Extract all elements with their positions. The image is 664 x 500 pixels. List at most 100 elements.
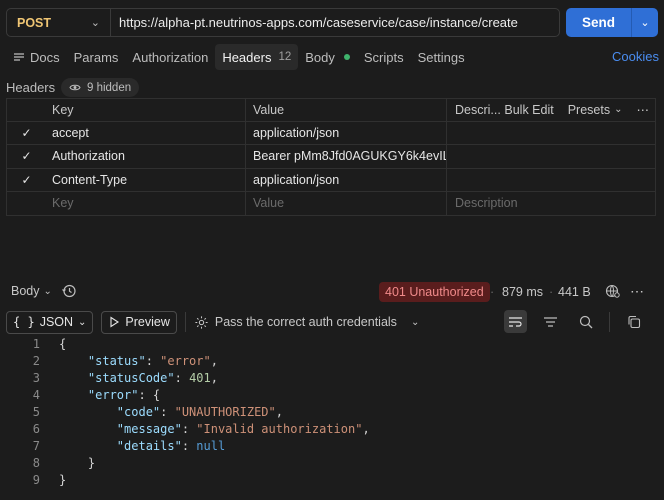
docs-icon (14, 53, 24, 61)
header-description-cell[interactable] (447, 145, 656, 168)
tab-body[interactable]: Body (298, 44, 357, 70)
eye-icon (69, 84, 81, 91)
send-button[interactable]: Send (566, 15, 631, 30)
chevron-down-icon: ⌄ (43, 285, 52, 297)
line-number: 9 (32, 473, 40, 487)
chevron-down-icon: ⌄ (90, 17, 100, 29)
table-row: ✓ accept application/json (6, 121, 656, 145)
presets-dropdown[interactable]: Presets ⌄ (568, 103, 623, 117)
copy-icon[interactable] (622, 310, 645, 333)
json-null: null (196, 439, 226, 453)
url-bar: POST ⌄ https://alpha-pt.neutrinos-apps.c… (6, 8, 560, 37)
code-line: 4 "error": { (0, 387, 664, 404)
request-tabs: Docs Params Authorization Headers 12 Bod… (6, 44, 472, 70)
header-key-cell[interactable]: Content-Type (46, 168, 246, 191)
response-right-tools (504, 310, 664, 333)
format-label: JSON (39, 315, 74, 329)
response-json-viewer[interactable]: 1 { 2 "status": "error", 3 "statusCode":… (0, 336, 664, 489)
play-icon (110, 316, 120, 328)
table-row: ✓ Content-Type application/json (6, 168, 656, 192)
braces-icon: { } (13, 315, 35, 329)
cookies-link[interactable]: Cookies (612, 49, 659, 64)
status-badge[interactable]: 401 Unauthorized (379, 282, 490, 302)
json-key: "statusCode" (87, 371, 175, 385)
json-key: "code" (116, 405, 161, 419)
filter-icon[interactable] (539, 310, 562, 333)
line-number: 2 (32, 354, 40, 368)
json-key: "status" (87, 354, 146, 368)
code-line: 3 "statusCode": 401, (0, 370, 664, 387)
tab-docs[interactable]: Docs (6, 44, 67, 70)
tab-label: Headers (222, 49, 272, 65)
tab-scripts[interactable]: Scripts (357, 44, 411, 70)
hidden-count-label: 9 hidden (87, 81, 132, 94)
column-header-key: Key (46, 99, 246, 121)
link-icon[interactable] (657, 310, 664, 333)
code-line: 7 "details": null (0, 438, 664, 455)
header-key-cell[interactable]: Authorization (46, 145, 246, 168)
line-number: 5 (32, 405, 40, 419)
table-header-row: Key Value Descri... Bulk Edit Presets ⌄ … (6, 98, 656, 122)
row-checkbox[interactable]: ✓ (6, 145, 46, 168)
json-string: "error" (160, 354, 211, 368)
code-line: 6 "message": "Invalid authorization", (0, 421, 664, 438)
line-number: 8 (32, 456, 40, 470)
url-input[interactable]: https://alpha-pt.neutrinos-apps.com/case… (111, 15, 518, 30)
description-header-label: Descri... (455, 102, 501, 117)
new-description-input[interactable]: Description (447, 192, 656, 215)
code-line: 8 } (0, 455, 664, 472)
preview-button[interactable]: Preview (101, 310, 177, 334)
line-number: 7 (32, 439, 40, 453)
response-size[interactable]: 441 B (558, 285, 591, 299)
more-options-icon[interactable]: ⋯ (637, 102, 650, 117)
auth-hint-text: Pass the correct auth credentials (214, 315, 397, 329)
tab-count-badge: 12 (278, 51, 292, 63)
header-key-cell[interactable]: accept (46, 121, 246, 144)
row-checkbox[interactable]: ✓ (6, 121, 46, 144)
tab-headers[interactable]: Headers 12 (215, 44, 299, 70)
format-dropdown[interactable]: { } JSON ⌄ (6, 310, 94, 334)
body-indicator-dot (343, 54, 350, 60)
send-options-chevron-icon[interactable]: ⌄ (631, 8, 658, 37)
chevron-down-icon: ⌄ (410, 316, 420, 328)
header-description-cell[interactable] (447, 168, 656, 191)
tab-settings[interactable]: Settings (411, 44, 472, 70)
chevron-down-icon: ⌄ (614, 104, 623, 116)
gear-icon (195, 315, 208, 329)
line-number: 6 (32, 422, 40, 436)
tab-params[interactable]: Params (67, 44, 126, 70)
new-key-input[interactable]: Key (46, 192, 246, 215)
json-string: "Invalid authorization" (196, 422, 363, 436)
column-header-value: Value (246, 99, 447, 121)
auth-hint[interactable]: Pass the correct auth credentials ⌄ (194, 315, 419, 330)
network-globe-icon[interactable] (605, 283, 621, 302)
new-value-input[interactable]: Value (246, 192, 447, 215)
header-value-cell[interactable]: application/json (246, 168, 447, 191)
code-line: 9 } (0, 472, 664, 489)
row-checkbox[interactable]: ✓ (6, 168, 46, 191)
preview-label: Preview (125, 315, 170, 329)
json-number: 401 (189, 371, 211, 385)
more-options-icon[interactable]: ⋯ (630, 283, 644, 300)
response-time[interactable]: 879 ms (502, 285, 543, 299)
hidden-headers-toggle[interactable]: 9 hidden (61, 78, 140, 97)
line-number: 4 (32, 388, 40, 402)
history-icon[interactable] (61, 283, 77, 302)
column-header-description: Descri... Bulk Edit Presets ⌄ ⋯ (447, 99, 656, 121)
json-string: "UNAUTHORIZED" (174, 405, 276, 419)
search-icon[interactable] (574, 310, 597, 333)
tab-authorization[interactable]: Authorization (125, 44, 215, 70)
checkmark-icon: ✓ (21, 125, 32, 140)
wrap-lines-icon[interactable] (504, 310, 527, 333)
header-value-cell[interactable]: application/json (246, 121, 447, 144)
header-value-cell[interactable]: Bearer pMm8Jfd0AGUKGY6k4evIL... (246, 145, 447, 168)
code-line: 5 "code": "UNAUTHORIZED", (0, 404, 664, 421)
checkmark-icon: ✓ (21, 149, 32, 164)
method-select[interactable]: POST ⌄ (7, 9, 111, 36)
bulk-edit-button[interactable]: Bulk Edit (504, 103, 553, 117)
response-body-dropdown[interactable]: Body ⌄ (11, 284, 52, 298)
line-number: 1 (32, 337, 40, 351)
checkmark-icon: ✓ (21, 172, 32, 187)
code-line: 2 "status": "error", (0, 353, 664, 370)
header-description-cell[interactable] (447, 121, 656, 144)
